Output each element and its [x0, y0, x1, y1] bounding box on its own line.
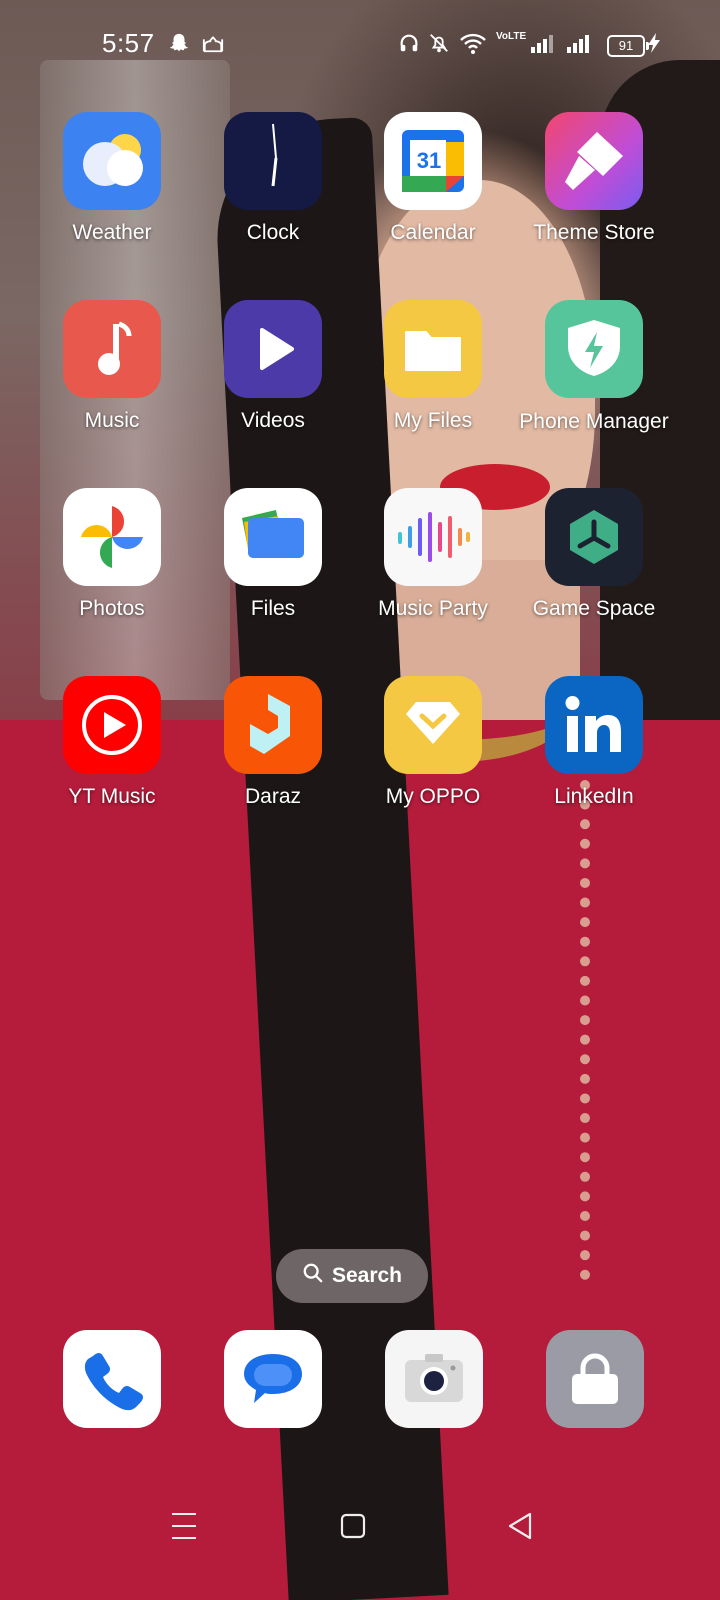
app-photos[interactable]: Photos [32, 488, 192, 622]
search-button[interactable]: Search [276, 1249, 428, 1303]
lock-icon[interactable] [546, 1330, 644, 1428]
app-label: Photos [79, 597, 145, 620]
music-party-icon [384, 488, 482, 586]
bell-off-icon [428, 32, 450, 60]
app-label: Clock [246, 221, 300, 244]
calendar-date: 31 [416, 148, 442, 173]
folder-icon [384, 300, 482, 398]
camera-icon[interactable] [385, 1330, 483, 1428]
app-label: Theme Store [533, 221, 655, 244]
app-label: My OPPO [385, 785, 481, 808]
app-label: Phone Manager [519, 410, 669, 433]
app-yt-music[interactable]: YT Music [32, 676, 192, 810]
my-oppo-icon [384, 676, 482, 774]
app-label: My Files [393, 409, 473, 432]
app-label: Music Party [378, 597, 488, 620]
charging-icon [647, 32, 661, 60]
status-bar: 5:57 VoLTE 91 [0, 0, 720, 90]
app-calendar[interactable]: 31 Calendar [353, 112, 513, 246]
back-icon[interactable] [500, 1506, 540, 1546]
app-label: LinkedIn [554, 785, 634, 808]
app-label: Calendar [390, 221, 476, 244]
app-my-oppo[interactable]: My OPPO [353, 676, 513, 810]
snapchat-icon [168, 32, 190, 60]
home-icon[interactable] [333, 1506, 373, 1546]
app-label: Videos [241, 409, 305, 432]
signal-icon [566, 32, 590, 60]
app-daraz[interactable]: Daraz [193, 676, 353, 810]
app-theme-store[interactable]: Theme Store [514, 112, 674, 246]
app-files[interactable]: Files [193, 488, 353, 622]
linkedin-icon [545, 676, 643, 774]
app-label: YT Music [68, 785, 156, 808]
menu-icon[interactable] [164, 1506, 204, 1546]
mosque-icon [202, 32, 224, 60]
volte-icon: VoLTE [496, 31, 527, 42]
theme-store-icon [545, 112, 643, 210]
game-space-icon [545, 488, 643, 586]
search-icon [302, 1262, 324, 1290]
calendar-icon: 31 [384, 112, 482, 210]
shield-icon [545, 300, 643, 398]
app-label: Weather [72, 221, 152, 244]
app-my-files[interactable]: My Files [353, 300, 513, 434]
clock-icon [224, 112, 322, 210]
app-label: Game Space [532, 597, 656, 620]
files-icon [224, 488, 322, 586]
search-label: Search [331, 1264, 403, 1287]
app-linkedin[interactable]: LinkedIn [514, 676, 674, 810]
app-clock[interactable]: Clock [193, 112, 353, 246]
headphones-icon [398, 32, 420, 60]
app-music[interactable]: Music [32, 300, 192, 434]
app-phone-manager[interactable]: Phone Manager [514, 300, 674, 435]
weather-icon [63, 112, 161, 210]
daraz-icon [224, 676, 322, 774]
videos-icon [224, 300, 322, 398]
music-icon [63, 300, 161, 398]
phone-icon[interactable] [63, 1330, 161, 1428]
yt-music-icon [63, 676, 161, 774]
app-game-space[interactable]: Game Space [514, 488, 674, 622]
battery-icon: 91 [607, 35, 649, 57]
app-music-party[interactable]: Music Party [353, 488, 513, 622]
signal-icon [530, 32, 554, 60]
wifi-icon [459, 32, 487, 60]
app-weather[interactable]: Weather [32, 112, 192, 246]
photos-icon [63, 488, 161, 586]
app-label: Music [84, 409, 140, 432]
app-label: Daraz [244, 785, 302, 808]
app-label: Files [250, 597, 296, 620]
app-videos[interactable]: Videos [193, 300, 353, 434]
status-time: 5:57 [102, 28, 155, 58]
messages-icon[interactable] [224, 1330, 322, 1428]
